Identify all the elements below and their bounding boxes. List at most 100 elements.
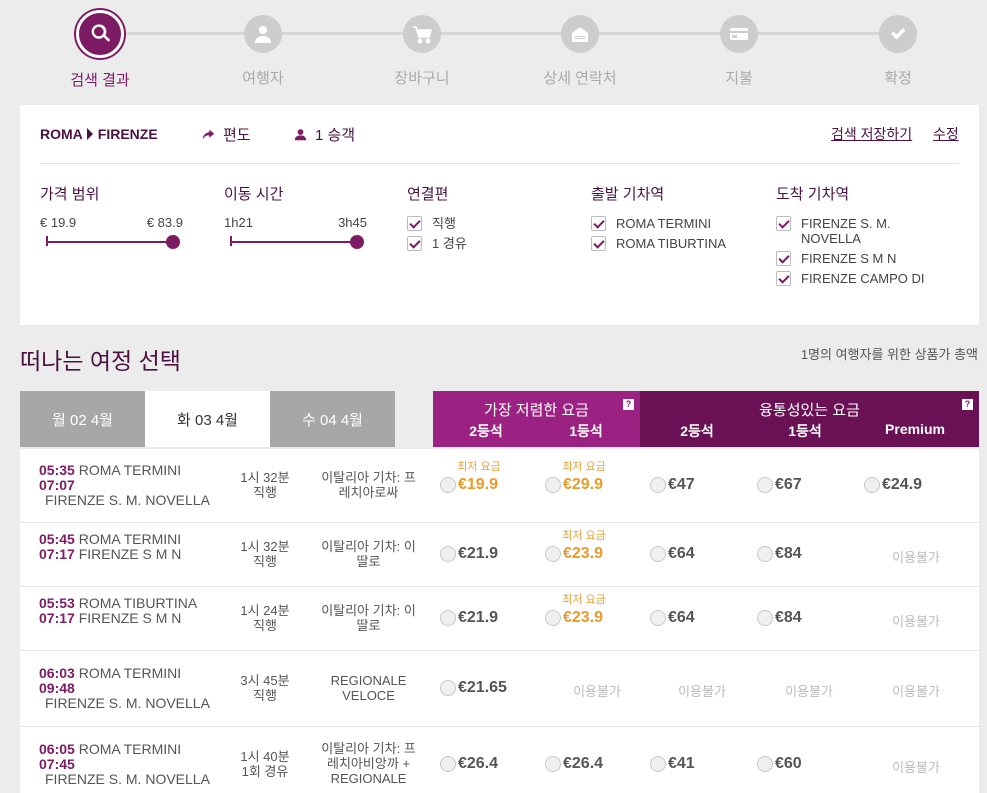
fare-price[interactable]: €64 (650, 545, 695, 563)
edit-search-link[interactable]: 수정 (933, 124, 959, 144)
fare-option[interactable]: €67 (757, 449, 861, 523)
checkbox-checked-icon[interactable] (776, 216, 791, 231)
fare-option[interactable]: 최저 요금 €23.9 (545, 587, 649, 651)
train-row[interactable]: 06:05 ROMA TERMINI 07:45 FIRENZE S. M. NOV… (20, 727, 979, 793)
train-row[interactable]: 05:45 ROMA TERMINI 07:17 FIRENZE S M N 1시 … (20, 523, 979, 587)
fare-option[interactable]: €84 (757, 523, 861, 587)
fare-price[interactable]: €67 (757, 476, 802, 494)
step-label: 여행자 (242, 70, 284, 87)
fare-option[interactable]: €64 (650, 587, 754, 651)
train-type: REGIONALE VELOCE (330, 673, 407, 703)
checkbox-checked-icon[interactable] (591, 236, 606, 251)
fare-price[interactable]: €23.9 (545, 545, 603, 563)
fare-option[interactable]: 최저 요금 €23.9 (545, 523, 649, 587)
filter-checkbox[interactable]: FIRENZE S M N (776, 251, 926, 266)
fare-price[interactable]: €19.9 (440, 476, 498, 494)
fare-option[interactable]: €21.65 (440, 651, 544, 727)
price-value: €19.9 (458, 476, 499, 493)
fare-price[interactable]: €24.9 (864, 476, 922, 494)
journey-times: 06:03 ROMA TERMINI 09:48 FIRENZE S. M. NOV… (39, 666, 210, 711)
fare-radio[interactable] (440, 610, 456, 626)
checkbox-checked-icon[interactable] (407, 236, 422, 251)
duration-slider[interactable] (224, 234, 364, 250)
fare-group-title: 가장 저렴한 요금 (484, 402, 589, 419)
help-icon[interactable]: ? (623, 399, 634, 410)
slider-min-handle[interactable] (46, 236, 48, 246)
date-tab-selected[interactable]: 화 03 4월 (145, 391, 270, 447)
fare-price[interactable]: €84 (757, 545, 802, 563)
fare-price[interactable]: €64 (650, 609, 695, 627)
stops: 직행 (253, 618, 277, 633)
fare-radio[interactable] (650, 546, 666, 562)
fare-radio[interactable] (650, 477, 666, 493)
filter-checkbox[interactable]: ROMA TIBURTINA (591, 236, 761, 251)
fare-price[interactable]: €26.4 (440, 755, 498, 773)
help-icon[interactable]: ? (962, 399, 973, 410)
date-tab-next[interactable]: 수 04 4월 (270, 391, 395, 447)
checkbox-checked-icon[interactable] (776, 271, 791, 286)
date-tab-prev[interactable]: 월 02 4월 (20, 391, 145, 447)
fare-option[interactable]: €21.9 (440, 587, 544, 651)
duration-min: 1h21 (224, 215, 253, 230)
fare-price[interactable]: €60 (757, 755, 802, 773)
fare-option[interactable]: €41 (650, 727, 754, 793)
filter-checkbox[interactable]: FIRENZE CAMPO DI (776, 271, 926, 286)
fare-price[interactable]: €47 (650, 476, 695, 494)
fare-radio[interactable] (757, 756, 773, 772)
filter-checkbox[interactable]: FIRENZE S. M. NOVELLA (776, 216, 926, 246)
fare-option[interactable]: €60 (757, 727, 861, 793)
journey-duration: 1시 32분 직행 (223, 539, 307, 569)
slider-max-handle[interactable] (166, 235, 180, 249)
filter-checkbox[interactable]: 1 경유 (407, 236, 577, 251)
fare-radio[interactable] (864, 477, 880, 493)
fare-price[interactable]: €21.65 (440, 679, 507, 697)
fare-option[interactable]: €64 (650, 523, 754, 587)
checkbox-label: FIRENZE CAMPO DI (801, 271, 925, 286)
fare-radio[interactable] (440, 680, 456, 696)
fare-price[interactable]: €21.9 (440, 545, 498, 563)
fare-radio[interactable] (757, 610, 773, 626)
fare-option[interactable]: €24.9 (864, 449, 968, 523)
fare-radio[interactable] (650, 756, 666, 772)
duration: 1시 24분 (240, 603, 290, 618)
fare-radio[interactable] (545, 610, 561, 626)
fare-radio[interactable] (440, 477, 456, 493)
fare-price[interactable]: €21.9 (440, 609, 498, 627)
fare-radio[interactable] (757, 477, 773, 493)
price-slider[interactable] (40, 234, 180, 250)
fare-option[interactable]: €26.4 (440, 727, 544, 793)
fare-price[interactable]: €41 (650, 755, 695, 773)
slider-max-handle[interactable] (350, 235, 364, 249)
fare-radio[interactable] (440, 546, 456, 562)
fare-option[interactable]: €26.4 (545, 727, 649, 793)
checkbox-checked-icon[interactable] (776, 251, 791, 266)
fare-radio[interactable] (757, 546, 773, 562)
step-5: 지불 (659, 10, 819, 88)
fare-option[interactable]: €84 (757, 587, 861, 651)
train-row[interactable]: 05:53 ROMA TIBURTINA 07:17 FIRENZE S M N 1… (20, 587, 979, 651)
fare-radio[interactable] (545, 546, 561, 562)
fare-price[interactable]: €29.9 (545, 476, 603, 494)
fare-radio[interactable] (545, 477, 561, 493)
fare-option[interactable]: 최저 요금 €29.9 (545, 449, 649, 523)
fare-radio[interactable] (440, 756, 456, 772)
fare-option[interactable]: €21.9 (440, 523, 544, 587)
fare-radio[interactable] (650, 610, 666, 626)
fare-price[interactable]: €84 (757, 609, 802, 627)
step-label: 지불 (725, 70, 753, 87)
origin: ROMA (40, 126, 83, 142)
train-row[interactable]: 05:35 ROMA TERMINI 07:07 FIRENZE S. M. NOV… (20, 449, 979, 523)
fare-option[interactable]: 최저 요금 €19.9 (440, 449, 544, 523)
filter-checkbox[interactable]: ROMA TERMINI (591, 216, 761, 231)
fare-price[interactable]: €23.9 (545, 609, 603, 627)
slider-min-handle[interactable] (230, 236, 232, 246)
fare-option[interactable]: €47 (650, 449, 754, 523)
filter-checkbox[interactable]: 직행 (407, 216, 577, 231)
fare-price[interactable]: €26.4 (545, 755, 603, 773)
checkbox-checked-icon[interactable] (407, 216, 422, 231)
checkbox-checked-icon[interactable] (591, 216, 606, 231)
unavailable-label: 이용불가 (892, 614, 940, 629)
fare-radio[interactable] (545, 756, 561, 772)
save-search-link[interactable]: 검색 저장하기 (831, 124, 912, 144)
train-row[interactable]: 06:03 ROMA TERMINI 09:48 FIRENZE S. M. NOV… (20, 651, 979, 727)
